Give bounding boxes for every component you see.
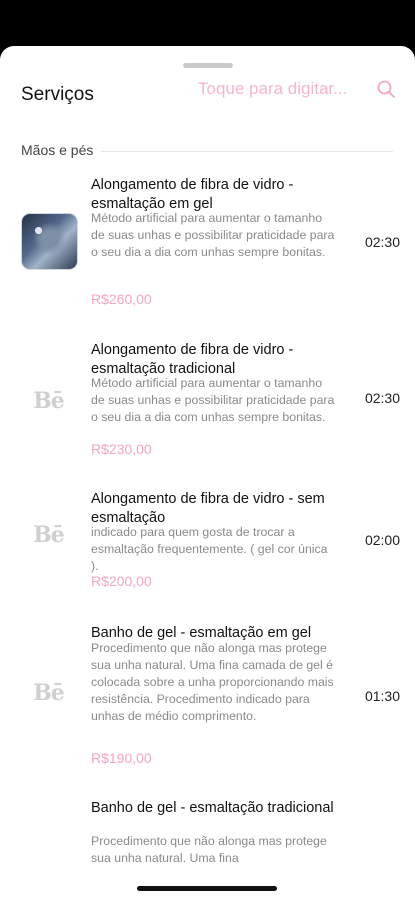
services-sheet: Serviços Mãos e pés Alongamento de fibra… xyxy=(0,46,415,900)
brand-logo-icon: Bē xyxy=(33,387,65,414)
service-price: R$230,00 xyxy=(91,441,152,457)
section-divider xyxy=(101,151,393,152)
service-description: indicado para quem gosta de trocar a esm… xyxy=(91,525,328,573)
service-item[interactable]: Bē Alongamento de fibra de vidro - esmal… xyxy=(0,338,415,468)
service-duration: 02:30 xyxy=(364,390,400,406)
service-item[interactable]: Bē Alongamento de fibra de vidro - sem e… xyxy=(0,487,415,597)
service-duration: 01:30 xyxy=(364,688,400,704)
service-description: Procedimento que não alonga mas protege … xyxy=(91,834,327,865)
sheet-grabber[interactable] xyxy=(183,63,233,68)
page-title: Serviços xyxy=(21,84,94,105)
search-input[interactable] xyxy=(198,76,368,102)
section-title: Mãos e pés xyxy=(21,142,100,158)
service-thumbnail xyxy=(21,213,78,270)
service-item[interactable]: Bē Banho de gel - esmaltação em gel Proc… xyxy=(0,620,415,775)
search-icon[interactable] xyxy=(376,79,396,99)
service-price: R$260,00 xyxy=(91,291,152,307)
service-duration: 02:00 xyxy=(364,532,400,548)
service-name: Alongamento de fibra de vidro - esmaltaç… xyxy=(91,342,294,377)
service-item[interactable]: Alongamento de fibra de vidro - esmaltaç… xyxy=(0,170,415,320)
home-indicator xyxy=(137,886,277,891)
service-duration: 02:30 xyxy=(364,234,400,250)
service-name: Alongamento de fibra de vidro - sem esma… xyxy=(91,491,325,526)
service-price: R$200,00 xyxy=(91,573,152,589)
service-description: Método artificial para aumentar o tamanh… xyxy=(91,211,335,259)
brand-logo-icon: Bē xyxy=(33,679,65,706)
section-header: Mãos e pés xyxy=(21,142,393,160)
brand-logo-icon: Bē xyxy=(33,521,65,548)
service-description: Método artificial para aumentar o tamanh… xyxy=(91,376,335,424)
service-name: Banho de gel - esmaltação tradicional xyxy=(91,800,334,816)
service-description: Procedimento que não alonga mas protege … xyxy=(91,641,334,723)
service-item[interactable]: Banho de gel - esmaltação tradicional Pr… xyxy=(0,796,415,886)
service-name: Alongamento de fibra de vidro - esmaltaç… xyxy=(91,177,294,212)
header: Serviços xyxy=(0,76,415,116)
service-price: R$190,00 xyxy=(91,750,152,766)
